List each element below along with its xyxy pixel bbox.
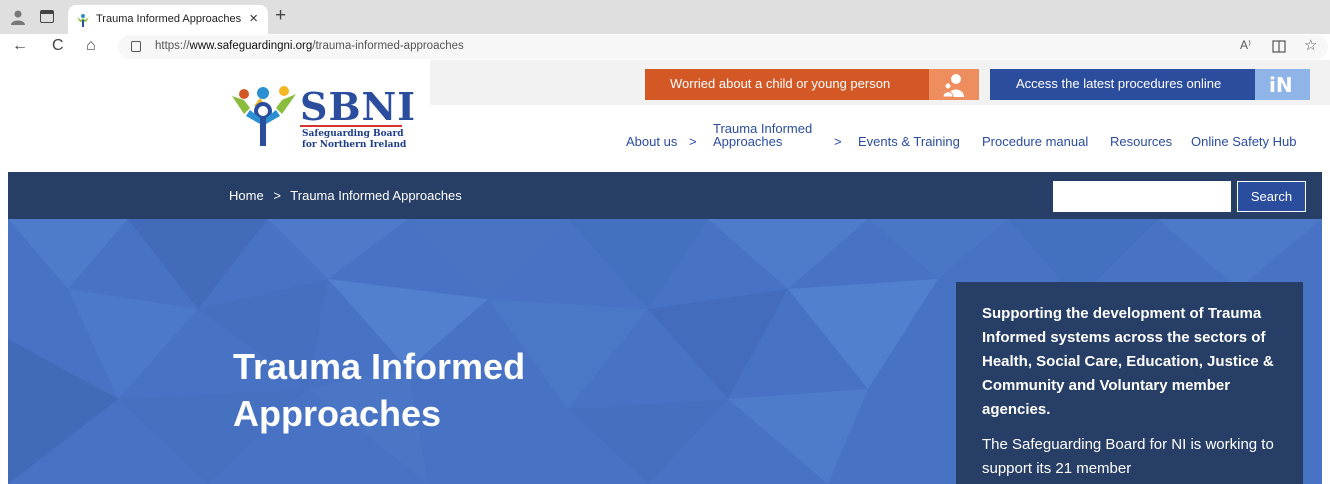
nav-tia-line2[interactable]: Approaches: [713, 134, 782, 149]
nav-procedure-manual[interactable]: Procedure manual: [982, 134, 1088, 149]
favorite-star-icon[interactable]: ☆: [1304, 36, 1317, 54]
reload-icon[interactable]: C: [52, 37, 64, 55]
intro-panel: Supporting the development of Trauma Inf…: [956, 282, 1303, 484]
worried-about-child-button[interactable]: Worried about a child or young person: [645, 69, 979, 100]
tab-actions-icon[interactable]: [40, 10, 54, 23]
worried-button-label: Worried about a child or young person: [670, 76, 891, 91]
sbni-favicon-icon: [77, 14, 89, 27]
browser-toolbar: ← C ⌂ https://www.safeguardingni.org/tra…: [0, 34, 1330, 60]
nav-about-us[interactable]: About us: [626, 134, 677, 149]
new-tab-icon[interactable]: +: [275, 5, 286, 27]
access-button-label: Access the latest procedures online: [1016, 76, 1222, 91]
intro-panel-heading: Supporting the development of Trauma Inf…: [982, 305, 1274, 418]
url-text: https://www.safeguardingni.org/trauma-in…: [155, 40, 464, 52]
site-header: SBNI Safeguarding Board for Northern Ire…: [0, 60, 1330, 172]
browser-tab-bar: Trauma Informed Approaches × +: [0, 0, 1330, 34]
profile-icon[interactable]: [10, 9, 26, 25]
page-title-line2: Approaches: [233, 393, 442, 434]
search-button[interactable]: Search: [1237, 181, 1306, 212]
breadcrumb: Home > Trauma Informed Approaches: [229, 188, 468, 203]
browser-tab[interactable]: Trauma Informed Approaches ×: [68, 5, 268, 34]
sbni-logo[interactable]: SBNI Safeguarding Board for Northern Ire…: [230, 84, 420, 154]
procedures-logo-icon: iN: [1269, 73, 1293, 97]
tab-close-icon[interactable]: ×: [249, 10, 258, 27]
logo-wordmark: SBNI: [300, 84, 417, 129]
nav-events-training[interactable]: Events & Training: [858, 134, 960, 149]
breadcrumb-home[interactable]: Home: [229, 188, 264, 203]
nav-resources[interactable]: Resources: [1110, 134, 1172, 149]
access-procedures-button[interactable]: Access the latest procedures online iN: [990, 69, 1310, 100]
search-input[interactable]: [1053, 181, 1231, 212]
nav-tia-chevron-icon[interactable]: >: [834, 134, 842, 149]
breadcrumb-separator: >: [273, 188, 281, 203]
address-bar[interactable]: https://www.safeguardingni.org/trauma-in…: [118, 35, 1328, 59]
tab-title: Trauma Informed Approaches: [96, 13, 242, 25]
reader-view-icon[interactable]: [1272, 40, 1286, 53]
page-title-line1: Trauma Informed: [233, 346, 526, 387]
page-title: Trauma Informed Approaches: [233, 343, 525, 437]
nav-about-chevron-icon[interactable]: >: [689, 134, 697, 149]
logo-subtitle-1: Safeguarding Board: [302, 129, 404, 139]
breadcrumb-current: Trauma Informed Approaches: [290, 188, 462, 203]
breadcrumb-bar: Home > Trauma Informed Approaches Search: [8, 172, 1322, 219]
home-icon[interactable]: ⌂: [86, 37, 96, 55]
adult-child-icon: [942, 74, 964, 97]
access-icon-box: iN: [1255, 69, 1310, 100]
lock-icon[interactable]: [131, 41, 141, 52]
read-aloud-icon[interactable]: A⁾: [1240, 38, 1251, 52]
worried-icon-box: [929, 69, 979, 100]
hero-banner: Trauma Informed Approaches Supporting th…: [8, 219, 1322, 484]
nav-online-safety-hub[interactable]: Online Safety Hub: [1191, 134, 1297, 149]
sbni-logo-figures-icon: [232, 86, 296, 146]
back-icon[interactable]: ←: [12, 37, 28, 55]
logo-underline: [300, 125, 402, 127]
logo-subtitle-2: for Northern Ireland: [302, 140, 407, 150]
intro-panel-text: The Safeguarding Board for NI is working…: [982, 436, 1274, 477]
